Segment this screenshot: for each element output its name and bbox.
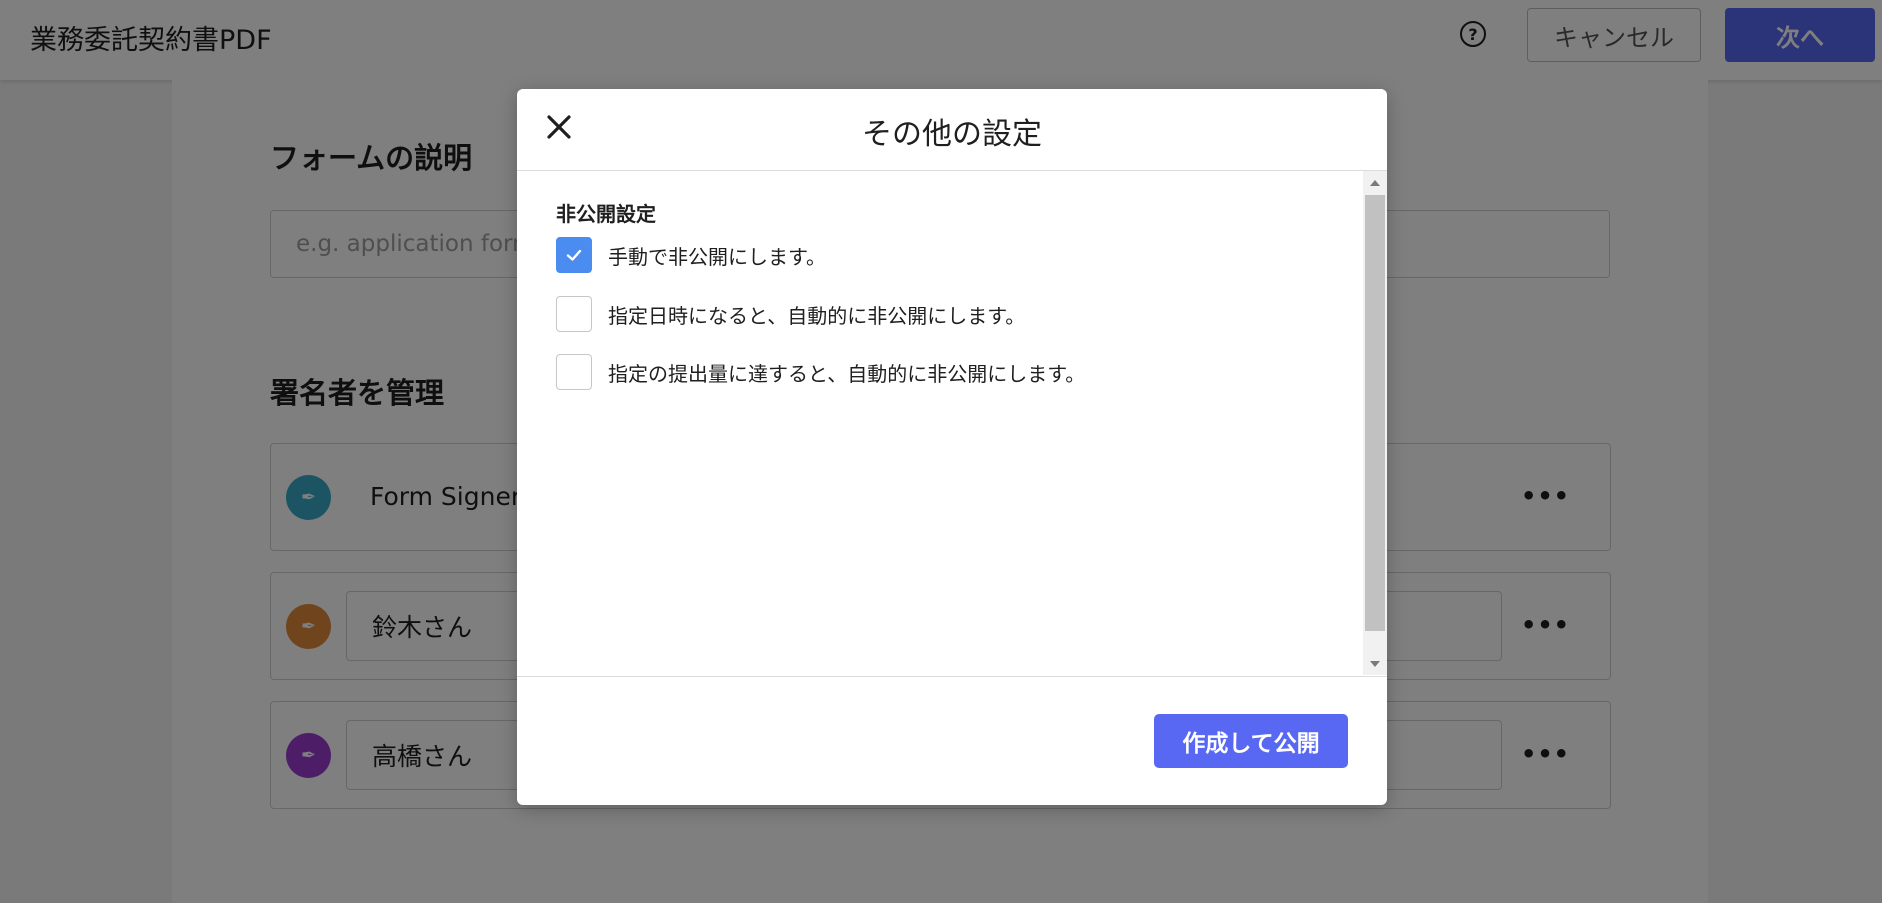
modal-header: その他の設定 [517, 89, 1387, 171]
option-label: 指定の提出量に達すると、自動的に非公開にします。 [608, 361, 1086, 386]
other-settings-modal: その他の設定 非公開設定 手動で非公開にします。 指定日時になると、自動的に非公… [517, 89, 1387, 805]
checkbox-checked[interactable] [556, 237, 592, 273]
option-auto-private-count[interactable]: 指定の提出量に達すると、自動的に非公開にします。 [556, 354, 1085, 390]
private-settings-label: 非公開設定 [556, 202, 656, 226]
checkbox[interactable] [556, 296, 592, 332]
modal-footer: 作成して公開 [517, 676, 1387, 806]
scroll-thumb[interactable] [1365, 195, 1385, 631]
checkbox[interactable] [556, 354, 592, 390]
scroll-up-arrow-icon[interactable] [1370, 180, 1380, 186]
create-and-publish-button[interactable]: 作成して公開 [1154, 714, 1348, 768]
option-label: 手動で非公開にします。 [608, 244, 826, 269]
modal-body: 非公開設定 手動で非公開にします。 指定日時になると、自動的に非公開にします。 … [517, 171, 1387, 675]
modal-scrollbar[interactable] [1363, 171, 1387, 675]
option-label: 指定日時になると、自動的に非公開にします。 [608, 303, 1026, 328]
modal-title: その他の設定 [862, 117, 1042, 152]
check-icon [566, 249, 582, 261]
option-manual-private[interactable]: 手動で非公開にします。 [556, 237, 826, 273]
option-auto-private-date[interactable]: 指定日時になると、自動的に非公開にします。 [556, 296, 1025, 332]
scroll-down-arrow-icon[interactable] [1370, 661, 1380, 667]
